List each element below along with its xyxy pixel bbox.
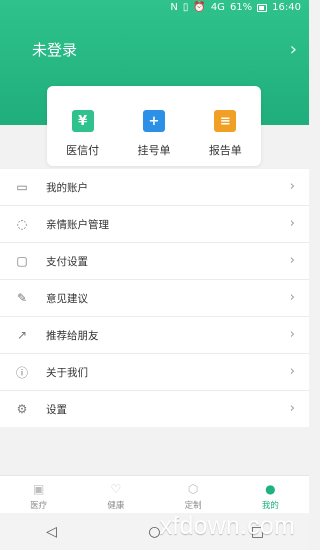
tab-label: 医疗 — [30, 500, 48, 511]
tab-label: 定制 — [184, 500, 202, 511]
menu-item-family-accounts[interactable]: ◌ 亲情账户管理 › — [0, 205, 309, 242]
vibrate-icon: ▯ — [182, 2, 189, 13]
plus-icon: + — [142, 110, 165, 132]
report-icon: ≡ — [214, 110, 237, 132]
menu-item-label: 亲情账户管理 — [46, 218, 109, 231]
menu-item-my-account[interactable]: ▭ 我的账户 › — [0, 168, 309, 205]
wallet-icon: ▢ — [16, 254, 28, 268]
battery-percent: 61% — [229, 2, 253, 13]
wallet-icon: ¥ — [71, 110, 94, 132]
quick-actions-card: ¥ 医信付 + 挂号单 ≡ 报告单 — [47, 86, 261, 166]
chevron-right-icon: › — [289, 216, 295, 231]
chevron-right-icon: › — [289, 38, 297, 60]
nfc-icon: N — [170, 2, 178, 13]
tab-health[interactable]: ♡ 健康 — [77, 476, 154, 513]
medical-box-icon: ▣ — [32, 481, 45, 496]
status-bar: N ▯ ⏰ 4G 61% 16:40 — [0, 0, 309, 18]
chevron-right-icon: › — [289, 327, 295, 342]
back-icon[interactable]: ◁ — [44, 524, 60, 540]
heart-pulse-icon: ♡ — [110, 481, 122, 496]
menu-item-about[interactable]: ⓘ 关于我们 › — [0, 353, 309, 390]
clock-time: 16:40 — [272, 2, 301, 13]
menu-item-label: 支付设置 — [46, 255, 88, 268]
menu-list: ▭ 我的账户 › ◌ 亲情账户管理 › ▢ 支付设置 › ✎ 意见建议 › ↗ … — [0, 168, 309, 427]
network-icon: 4G — [210, 2, 225, 13]
tab-medical[interactable]: ▣ 医疗 — [0, 476, 77, 513]
quick-action-baogaodan[interactable]: ≡ 报告单 — [190, 86, 261, 166]
quick-action-label: 报告单 — [208, 144, 242, 157]
menu-item-label: 关于我们 — [46, 366, 88, 379]
menu-item-label: 我的账户 — [46, 181, 88, 194]
info-icon: ⓘ — [15, 365, 28, 380]
tab-label: 我的 — [261, 500, 279, 511]
chevron-right-icon: › — [289, 253, 295, 268]
package-icon: ⬡ — [187, 481, 199, 496]
tab-mine[interactable]: ● 我的 — [232, 476, 309, 513]
card-icon: ▭ — [16, 180, 28, 194]
alarm-icon: ⏰ — [193, 2, 206, 13]
login-row[interactable]: 未登录 › — [32, 38, 297, 60]
menu-item-recommend[interactable]: ↗ 推荐给朋友 › — [0, 316, 309, 353]
quick-action-label: 挂号单 — [137, 144, 171, 157]
menu-item-label: 设置 — [46, 403, 67, 416]
family-icon: ◌ — [16, 217, 28, 231]
share-icon: ↗ — [16, 328, 28, 342]
edit-icon: ✎ — [16, 291, 28, 305]
chevron-right-icon: › — [289, 290, 295, 305]
quick-action-label: 医信付 — [66, 144, 100, 157]
menu-item-label: 推荐给朋友 — [46, 329, 99, 342]
gear-icon: ⚙ — [16, 402, 28, 416]
tab-label: 健康 — [107, 500, 125, 511]
tab-custom[interactable]: ⬡ 定制 — [155, 476, 232, 513]
login-status-text: 未登录 — [32, 40, 78, 59]
quick-action-yixinfu[interactable]: ¥ 医信付 — [47, 86, 118, 166]
menu-item-payment-settings[interactable]: ▢ 支付设置 › — [0, 242, 309, 279]
watermark-text: xfdown.com — [159, 512, 295, 540]
chevron-right-icon: › — [289, 364, 295, 379]
menu-item-settings[interactable]: ⚙ 设置 › — [0, 390, 309, 427]
bottom-navigation: ▣ 医疗 ♡ 健康 ⬡ 定制 ● 我的 — [0, 475, 309, 513]
chevron-right-icon: › — [289, 401, 295, 416]
chevron-right-icon: › — [289, 179, 295, 194]
person-icon: ● — [265, 481, 276, 496]
menu-item-feedback[interactable]: ✎ 意见建议 › — [0, 279, 309, 316]
battery-icon — [257, 4, 268, 12]
status-icons: N ▯ ⏰ 4G 61% 16:40 — [170, 2, 301, 14]
quick-action-guahaodan[interactable]: + 挂号单 — [118, 86, 189, 166]
menu-item-label: 意见建议 — [46, 292, 88, 305]
